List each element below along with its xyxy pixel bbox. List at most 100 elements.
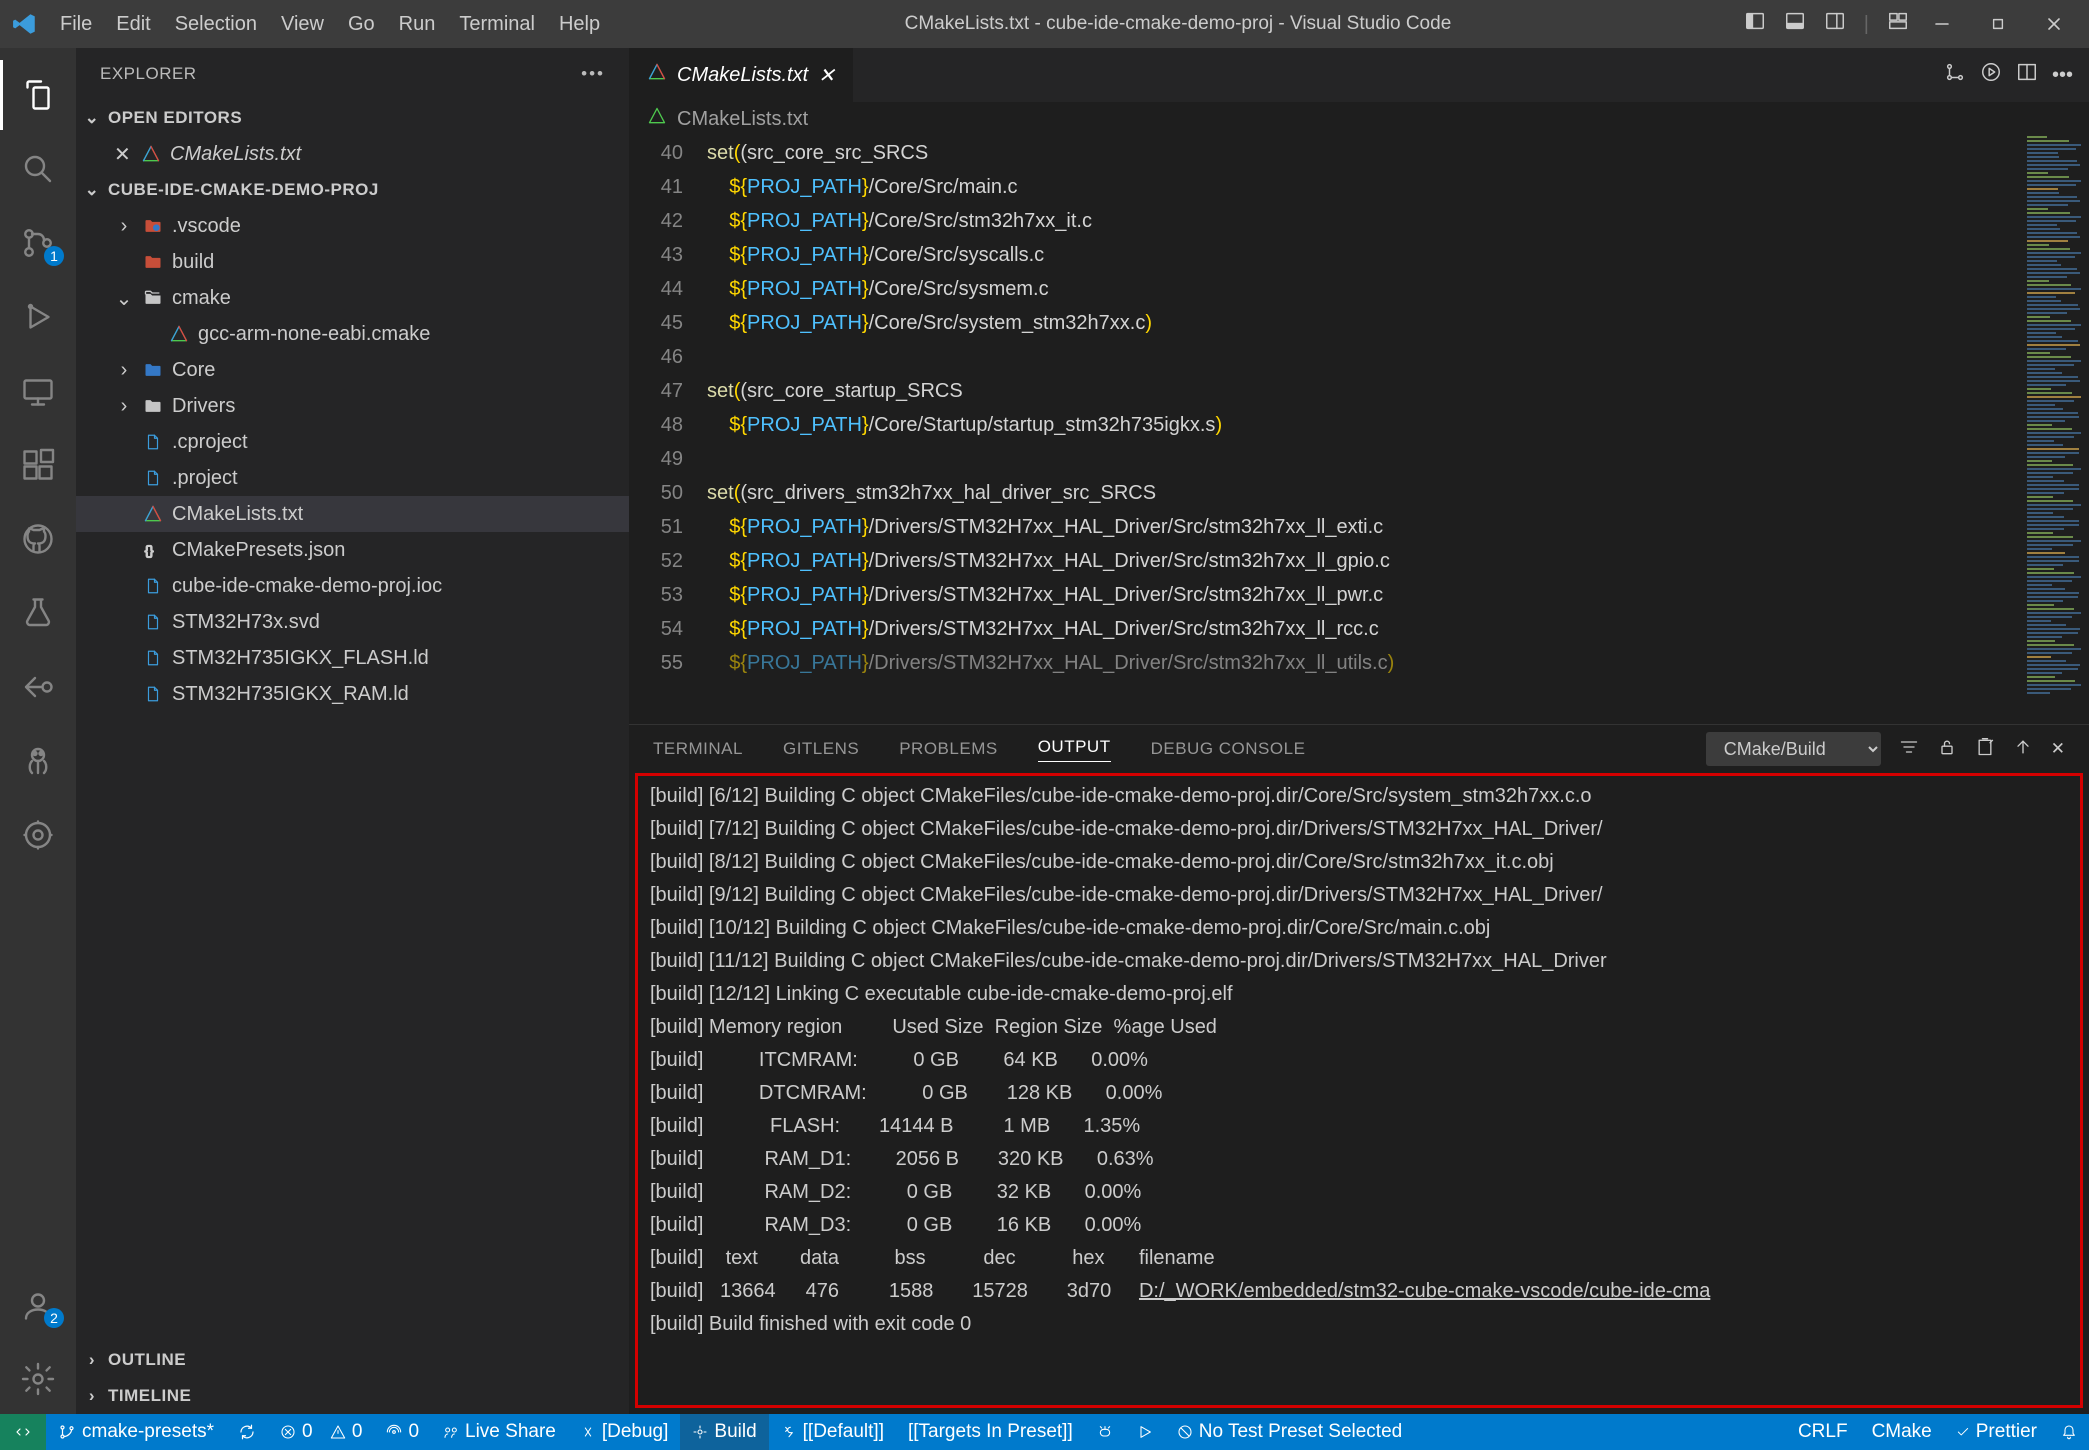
panel-left-icon[interactable] <box>1744 10 1766 38</box>
tree-item-label: Drivers <box>172 395 235 418</box>
remote-indicator[interactable] <box>0 1414 46 1450</box>
build-status[interactable]: Build <box>680 1414 768 1450</box>
run-icon[interactable] <box>1980 61 2002 89</box>
language-status[interactable]: CMake <box>1860 1414 1944 1450</box>
tree-item[interactable]: .cproject <box>76 424 629 460</box>
tree-item[interactable]: .project <box>76 460 629 496</box>
menu-view[interactable]: View <box>269 9 336 39</box>
menu-go[interactable]: Go <box>336 9 387 39</box>
panel-tab-debug-console[interactable]: DEBUG CONSOLE <box>1151 739 1306 759</box>
open-editors-section[interactable]: ⌄OPEN EDITORS <box>76 100 629 136</box>
tree-item-label: gcc-arm-none-eabi.cmake <box>198 323 430 346</box>
menu-run[interactable]: Run <box>387 9 448 39</box>
explorer-view-icon[interactable] <box>0 60 76 130</box>
panel-bottom-icon[interactable] <box>1784 10 1806 38</box>
open-editor-item[interactable]: ✕ CMakeLists.txt <box>76 136 629 172</box>
maximize-panel-icon[interactable] <box>2013 737 2033 762</box>
output-channel-select[interactable]: CMake/Build <box>1706 732 1881 766</box>
tree-item[interactable]: STM32H735IGKX_RAM.ld <box>76 676 629 712</box>
tree-item-label: build <box>172 251 214 274</box>
problems-status[interactable]: 0 0 <box>268 1414 374 1450</box>
customize-layout-icon[interactable] <box>1887 10 1909 38</box>
prettier-status[interactable]: Prettier <box>1944 1414 2049 1450</box>
tree-item[interactable]: ⌄cmake <box>76 280 629 316</box>
git-branch-status[interactable]: cmake-presets* <box>46 1414 226 1450</box>
filter-icon[interactable] <box>1899 737 1919 762</box>
extensions-view-icon[interactable] <box>0 430 76 500</box>
json-icon: {} <box>142 539 164 561</box>
code-editor[interactable]: 40414243444546474849505152535455 set((sr… <box>629 136 2019 724</box>
tree-item[interactable]: cube-ide-cmake-demo-proj.ioc <box>76 568 629 604</box>
accounts-icon[interactable]: 2 <box>0 1270 76 1340</box>
settings-gear-icon[interactable] <box>0 1344 76 1414</box>
bottom-panel: TERMINAL GITLENS PROBLEMS OUTPUT DEBUG CONSO… <box>629 724 2089 1414</box>
sidebar-title: EXPLORER <box>100 64 197 84</box>
eol-status[interactable]: CRLF <box>1786 1414 1860 1450</box>
lock-scroll-icon[interactable] <box>1937 737 1957 762</box>
menu-file[interactable]: File <box>48 9 104 39</box>
panel-tab-terminal[interactable]: TERMINAL <box>653 739 743 759</box>
minimize-button[interactable] <box>1919 8 1965 40</box>
tree-item[interactable]: STM32H735IGKX_FLASH.ld <box>76 640 629 676</box>
live-share-status[interactable]: Live Share <box>431 1414 568 1450</box>
search-view-icon[interactable] <box>0 134 76 204</box>
panel-right-icon[interactable] <box>1824 10 1846 38</box>
tree-item[interactable]: ›Core <box>76 352 629 388</box>
split-editor-icon[interactable] <box>2016 61 2038 89</box>
run-debug-view-icon[interactable] <box>0 282 76 352</box>
preset-default-status[interactable]: [[Default]] <box>769 1414 896 1450</box>
tree-item[interactable]: build <box>76 244 629 280</box>
chevron-icon: › <box>114 359 134 382</box>
chevron-icon: › <box>114 395 134 418</box>
close-icon[interactable]: ✕ <box>818 63 835 88</box>
tab-cmakelists[interactable]: CMakeLists.txt ✕ <box>629 48 854 102</box>
tree-item-label: .vscode <box>172 215 241 238</box>
ports-status[interactable]: 0 <box>374 1414 431 1450</box>
menu-edit[interactable]: Edit <box>104 9 162 39</box>
test-view-icon[interactable] <box>0 578 76 648</box>
clear-output-icon[interactable] <box>1975 737 1995 762</box>
tree-item[interactable]: gcc-arm-none-eabi.cmake <box>76 316 629 352</box>
debug-target-status[interactable]: [Debug] <box>568 1414 681 1450</box>
tree-item[interactable]: STM32H73x.svd <box>76 604 629 640</box>
cmake-icon <box>140 143 162 165</box>
go-to-changes-icon[interactable] <box>1944 61 1966 89</box>
close-icon[interactable]: ✕ <box>114 142 132 167</box>
github-view-icon[interactable] <box>0 504 76 574</box>
outline-section[interactable]: ›OUTLINE <box>76 1342 629 1378</box>
panel-tab-gitlens[interactable]: GITLENS <box>783 739 859 759</box>
source-control-view-icon[interactable]: 1 <box>0 208 76 278</box>
project-section[interactable]: ⌄CUBE-IDE-CMAKE-DEMO-PROJ <box>76 172 629 208</box>
launch-icon[interactable] <box>1125 1414 1165 1450</box>
targets-status[interactable]: [[Targets In Preset]] <box>896 1414 1085 1450</box>
pio-icon[interactable] <box>0 726 76 796</box>
more-actions-icon[interactable]: ••• <box>581 64 605 84</box>
menu-selection[interactable]: Selection <box>163 9 269 39</box>
test-preset-status[interactable]: No Test Preset Selected <box>1165 1414 1414 1450</box>
notifications-icon[interactable] <box>2049 1414 2089 1450</box>
tree-item-label: CMakeLists.txt <box>172 503 303 526</box>
menu-terminal[interactable]: Terminal <box>447 9 547 39</box>
breadcrumb[interactable]: CMakeLists.txt <box>629 102 2089 136</box>
remote-explorer-icon[interactable] <box>0 356 76 426</box>
close-panel-icon[interactable]: ✕ <box>2051 739 2065 759</box>
maximize-button[interactable] <box>1975 8 2021 40</box>
sync-status[interactable] <box>226 1414 268 1450</box>
tree-item[interactable]: › Drivers <box>76 388 629 424</box>
tree-item[interactable]: CMakeLists.txt <box>76 496 629 532</box>
timeline-section[interactable]: ›TIMELINE <box>76 1378 629 1414</box>
panel-tab-output[interactable]: OUTPUT <box>1038 737 1111 762</box>
close-button[interactable] <box>2031 8 2077 40</box>
minimap[interactable] <box>2019 136 2089 724</box>
menu-help[interactable]: Help <box>547 9 612 39</box>
tree-item[interactable]: ›.vscode <box>76 208 629 244</box>
debug-launch-icon[interactable] <box>1085 1414 1125 1450</box>
tree-item-label: cube-ide-cmake-demo-proj.ioc <box>172 575 442 598</box>
panel-tab-problems[interactable]: PROBLEMS <box>899 739 997 759</box>
more-icon[interactable]: ••• <box>2052 64 2073 87</box>
live-share-icon[interactable] <box>0 652 76 722</box>
gitlens-icon[interactable] <box>0 800 76 870</box>
tree-item[interactable]: {} CMakePresets.json <box>76 532 629 568</box>
tree-item-label: CMakePresets.json <box>172 539 345 562</box>
output-content[interactable]: [build] [6/12] Building C object CMakeFi… <box>635 773 2083 1408</box>
